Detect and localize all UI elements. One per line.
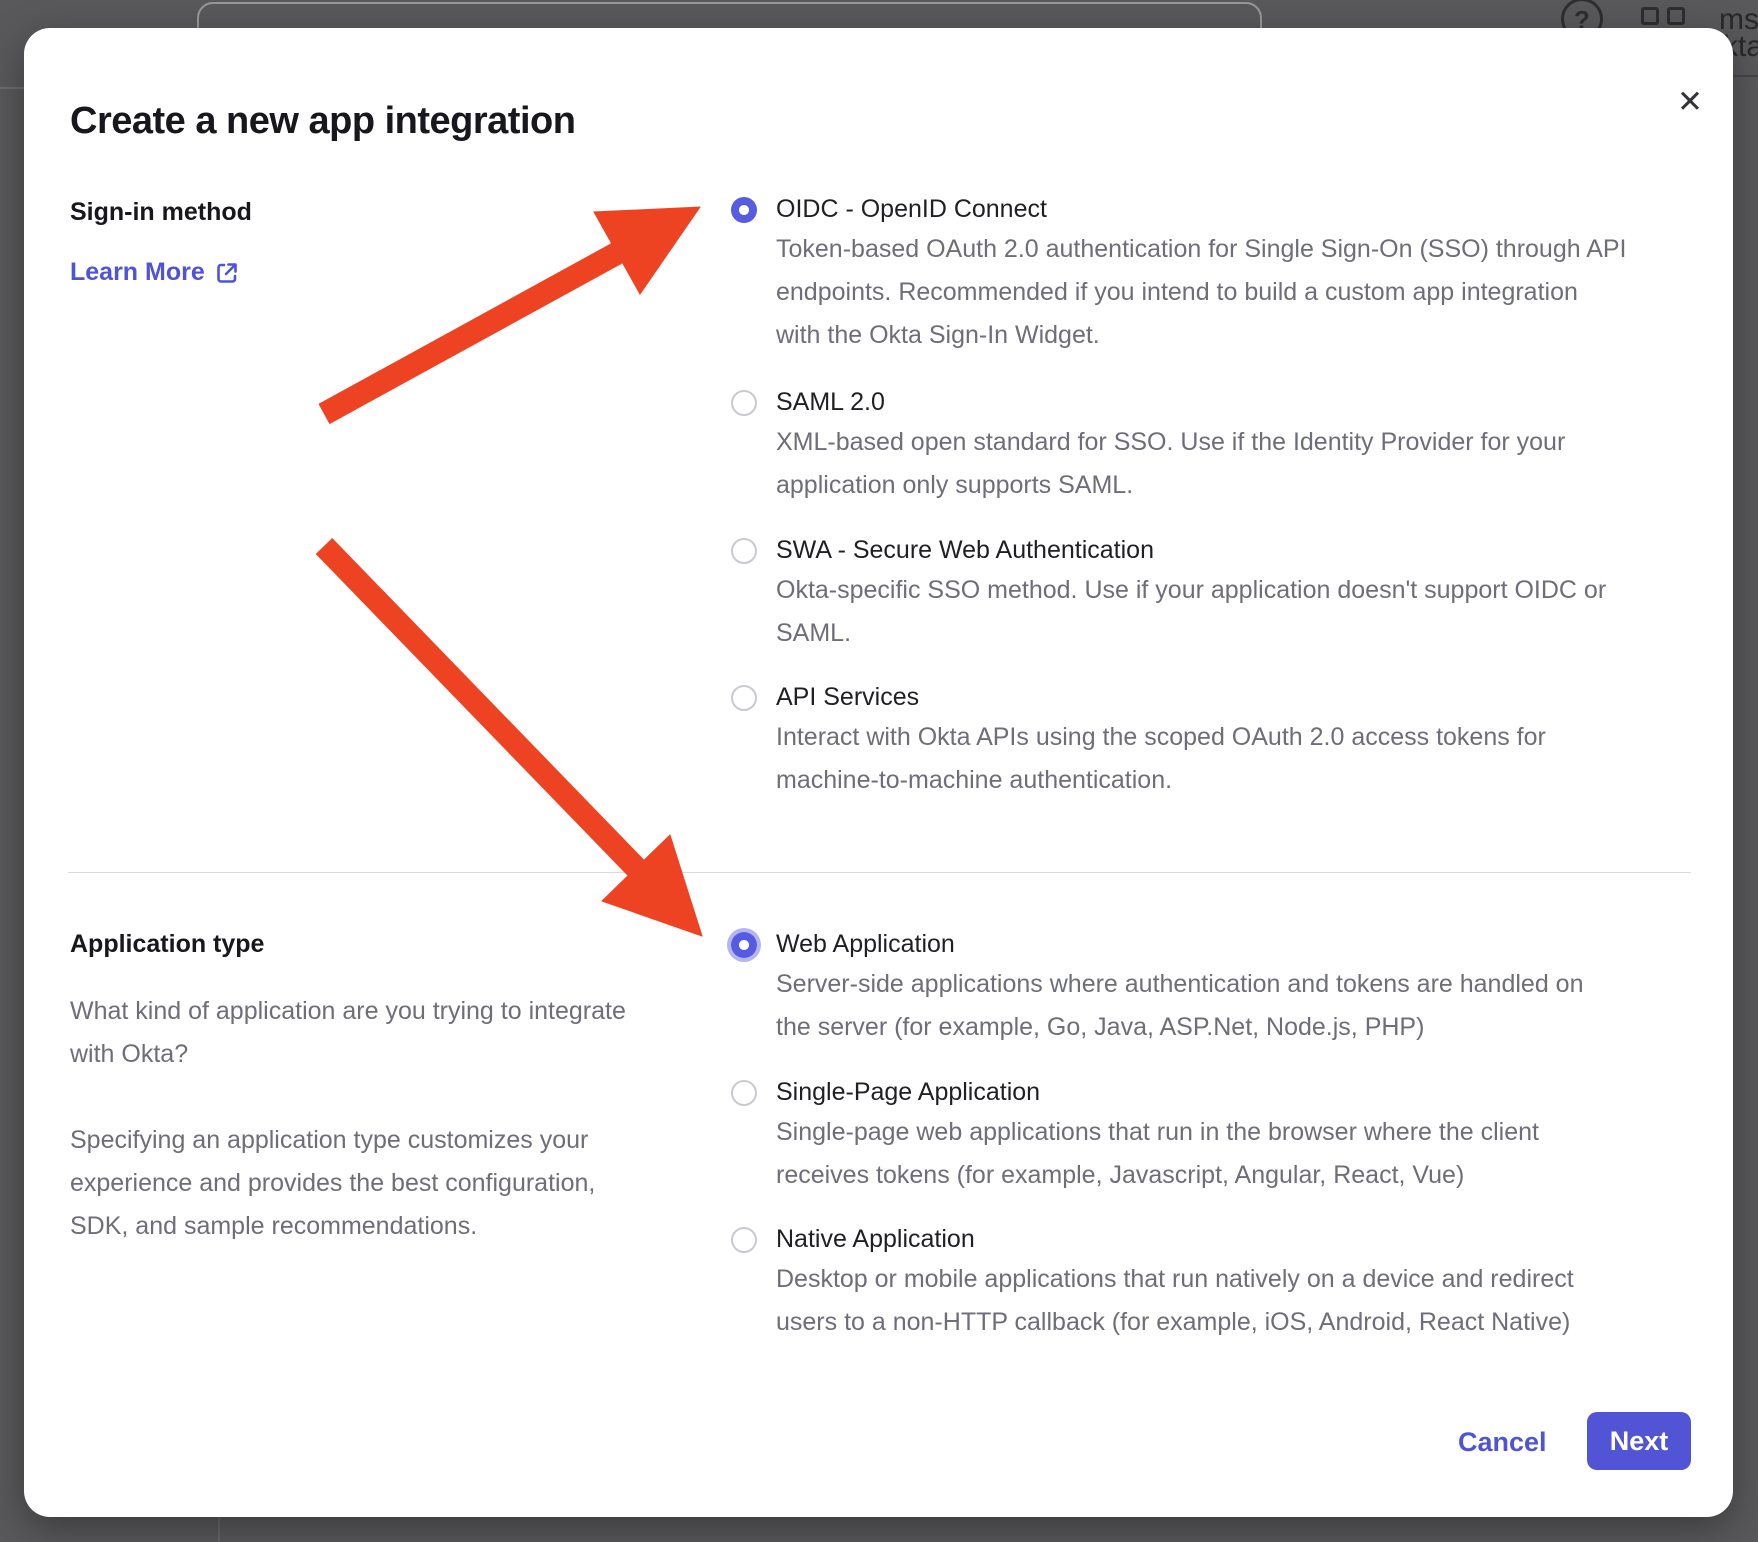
radio-web-application-description: Server-side applications where authentic… [776, 963, 1583, 1049]
radio-native-application[interactable] [731, 1227, 757, 1253]
background-panel-border [218, 1517, 220, 1542]
application-type-detail: Specifying an application type customize… [70, 1119, 595, 1248]
application-type-intro: What kind of application are you trying … [70, 990, 626, 1076]
radio-api-services-description: Interact with Okta APIs using the scoped… [776, 716, 1546, 802]
apps-grid-icon [1667, 7, 1685, 25]
radio-api-services[interactable] [731, 685, 757, 711]
radio-native-application-label[interactable]: Native Application [776, 1225, 975, 1254]
radio-oidc-description: Token-based OAuth 2.0 authentication for… [776, 228, 1627, 357]
dialog-title: Create a new app integration [70, 100, 575, 143]
signin-method-heading: Sign-in method [70, 198, 252, 227]
cancel-button[interactable]: Cancel [1458, 1427, 1547, 1458]
radio-web-application-label[interactable]: Web Application [776, 930, 955, 959]
radio-swa[interactable] [731, 538, 757, 564]
radio-oidc[interactable] [731, 197, 757, 223]
close-icon[interactable]: ✕ [1662, 74, 1718, 130]
background-header-border [0, 87, 24, 89]
radio-single-page-application[interactable] [731, 1080, 757, 1106]
learn-more-label: Learn More [70, 258, 205, 287]
screen: ? msh kta ✕ Create a new app integration… [0, 0, 1758, 1542]
background-header-border [1733, 75, 1758, 77]
external-link-icon [215, 261, 239, 285]
radio-oidc-label[interactable]: OIDC - OpenID Connect [776, 195, 1047, 224]
application-type-heading: Application type [70, 930, 264, 959]
radio-swa-description: Okta-specific SSO method. Use if your ap… [776, 569, 1606, 655]
radio-saml-description: XML-based open standard for SSO. Use if … [776, 421, 1565, 507]
create-app-integration-dialog: ✕ Create a new app integration Sign-in m… [24, 28, 1733, 1517]
radio-saml[interactable] [731, 390, 757, 416]
radio-api-services-label[interactable]: API Services [776, 683, 919, 712]
radio-native-application-description: Desktop or mobile applications that run … [776, 1258, 1574, 1344]
next-button[interactable]: Next [1587, 1412, 1691, 1470]
learn-more-link[interactable]: Learn More [70, 258, 239, 287]
apps-grid-icon [1641, 7, 1659, 25]
section-divider [68, 872, 1691, 873]
radio-web-application[interactable] [731, 932, 757, 958]
radio-saml-label[interactable]: SAML 2.0 [776, 388, 885, 417]
radio-single-page-application-description: Single-page web applications that run in… [776, 1111, 1539, 1197]
radio-swa-label[interactable]: SWA - Secure Web Authentication [776, 536, 1154, 565]
radio-single-page-application-label[interactable]: Single-Page Application [776, 1078, 1040, 1107]
